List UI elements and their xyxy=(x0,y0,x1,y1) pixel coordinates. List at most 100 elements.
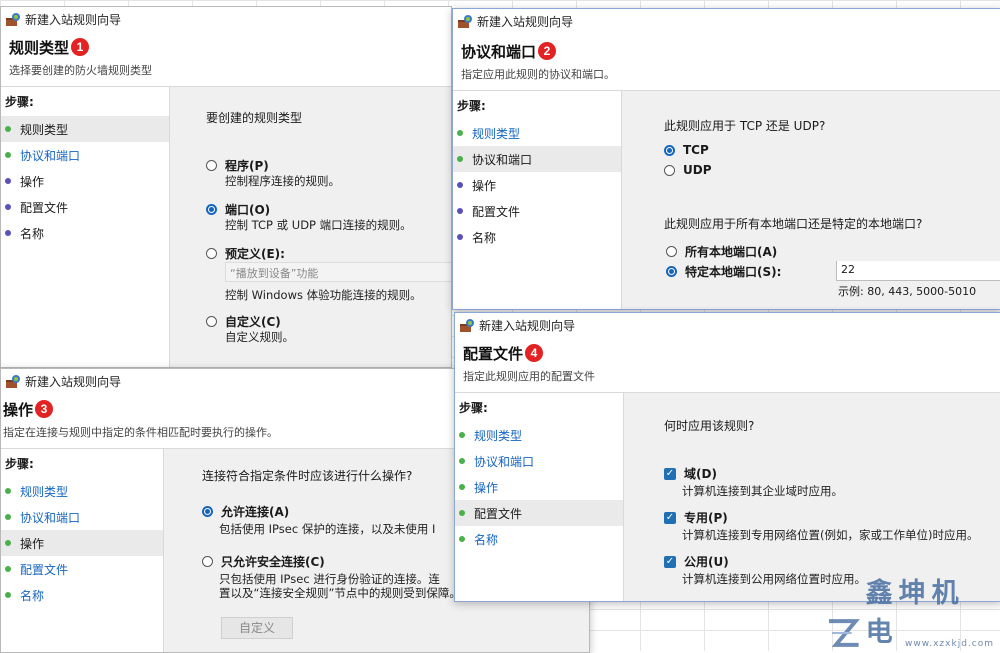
wizard-header: 规则类型 1 选择要创建的防火墙规则类型 xyxy=(1,31,451,86)
window-title: 新建入站规则向导 xyxy=(25,374,122,389)
watermark-z-icon xyxy=(828,619,860,647)
step-name[interactable]: 名称 xyxy=(453,224,621,250)
firewall-app-icon xyxy=(6,375,20,388)
option-udp[interactable]: UDP xyxy=(664,163,712,177)
radio-selected-icon[interactable] xyxy=(664,144,675,156)
step-name[interactable]: 名称 xyxy=(455,526,623,552)
step-profile[interactable]: 配置文件 xyxy=(1,194,169,220)
radio-selected-icon[interactable] xyxy=(666,266,677,277)
option-allow-secure[interactable]: 只允许安全连接(C) xyxy=(202,553,325,570)
step-done-dot-icon xyxy=(5,126,11,132)
checkbox-checked-icon[interactable]: ✓ xyxy=(664,467,676,480)
customize-button[interactable]: 自定义 xyxy=(221,617,293,639)
step-done-dot-icon xyxy=(5,566,11,572)
step-protocol-port[interactable]: 协议和端口 xyxy=(455,448,623,474)
step-pending-dot-icon xyxy=(5,204,11,210)
option-allow[interactable]: 允许连接(A) xyxy=(202,503,289,520)
question-label: 何时应用该规则? xyxy=(664,419,755,433)
wizard-header: 协议和端口 2 指定应用此规则的协议和端口。 xyxy=(453,33,1000,90)
radio-unselected-icon[interactable] xyxy=(666,246,677,257)
option-predefined[interactable]: 预定义(E): xyxy=(206,245,285,262)
page-description: 指定此规则应用的配置文件 xyxy=(463,370,595,383)
firewall-app-icon xyxy=(6,13,20,26)
step-pending-dot-icon xyxy=(457,208,463,214)
predefined-select[interactable]: “播放到设备”功能 xyxy=(225,262,451,282)
option-desc: 包括使用 IPsec 保护的连接，以及未使用 I xyxy=(219,522,436,536)
step-rule-type[interactable]: 规则类型 xyxy=(453,120,621,146)
step-done-dot-icon xyxy=(457,156,463,162)
content-panel: 要创建的规则类型 程序(P) 控制程序连接的规则。 端口(O) 控制 TCP 或… xyxy=(170,87,451,367)
checkbox-checked-icon[interactable]: ✓ xyxy=(664,511,676,524)
step-number-badge: 3 xyxy=(35,400,54,418)
checkbox-public[interactable]: ✓ 公用(U) xyxy=(664,553,729,570)
firewall-app-icon xyxy=(458,15,472,28)
title-bar[interactable]: 新建入站规则向导 xyxy=(1,7,451,31)
steps-panel: 步骤: 规则类型 协议和端口 操作 配置文件 名称 xyxy=(1,449,164,652)
step-protocol-port[interactable]: 协议和端口 xyxy=(453,146,621,172)
step-protocol-port[interactable]: 协议和端口 xyxy=(1,504,163,530)
window-title: 新建入站规则向导 xyxy=(477,14,574,29)
step-number-badge: 2 xyxy=(538,42,557,60)
steps-panel: 步骤: 规则类型 协议和端口 操作 配置文件 名称 xyxy=(455,393,624,601)
window-title: 新建入站规则向导 xyxy=(25,12,122,27)
firewall-app-icon xyxy=(460,319,474,332)
question-protocol: 此规则应用于 TCP 还是 UDP? xyxy=(664,119,826,133)
step-done-dot-icon xyxy=(459,458,465,464)
step-rule-type[interactable]: 规则类型 xyxy=(1,478,163,504)
profile-desc: 计算机连接到其企业域时应用。 xyxy=(682,484,843,498)
radio-unselected-icon[interactable] xyxy=(206,248,217,259)
step-profile[interactable]: 配置文件 xyxy=(455,500,623,526)
radio-unselected-icon[interactable] xyxy=(202,556,213,567)
option-program[interactable]: 程序(P) xyxy=(206,157,269,174)
step-action[interactable]: 操作 xyxy=(453,172,621,198)
step-name[interactable]: 名称 xyxy=(1,220,169,246)
question-label: 要创建的规则类型 xyxy=(206,111,303,125)
step-profile[interactable]: 配置文件 xyxy=(1,556,163,582)
radio-selected-icon[interactable] xyxy=(206,204,217,215)
radio-unselected-icon[interactable] xyxy=(206,316,217,327)
option-all-ports[interactable]: 所有本地端口(A) xyxy=(666,243,777,260)
title-bar[interactable]: 新建入站规则向导 xyxy=(455,313,1000,337)
step-action[interactable]: 操作 xyxy=(455,474,623,500)
profile-desc: 计算机连接到专用网络位置(例如，家或工作单位)时应用。 xyxy=(682,528,979,542)
option-tcp[interactable]: TCP xyxy=(664,143,709,157)
radio-unselected-icon[interactable] xyxy=(664,164,675,176)
steps-heading: 步骤: xyxy=(457,99,486,113)
option-desc-line2: 置以及“连接安全规则”节点中的规则受到保障。 xyxy=(219,586,461,600)
wizard-header: 配置文件 4 指定此规则应用的配置文件 xyxy=(455,337,1000,392)
step-pending-dot-icon xyxy=(457,182,463,188)
step-done-dot-icon xyxy=(459,432,465,438)
step-done-dot-icon xyxy=(5,152,11,158)
wizard-window-protocol-port: 新建入站规则向导 协议和端口 2 指定应用此规则的协议和端口。 步骤: 规则类型 … xyxy=(452,8,1000,310)
step-action[interactable]: 操作 xyxy=(1,530,163,556)
checkbox-private[interactable]: ✓ 专用(P) xyxy=(664,509,728,526)
checkbox-domain[interactable]: ✓ 域(D) xyxy=(664,465,717,482)
option-desc: 自定义规则。 xyxy=(225,330,294,344)
step-rule-type[interactable]: 规则类型 xyxy=(455,422,623,448)
step-protocol-port[interactable]: 协议和端口 xyxy=(1,142,169,168)
steps-panel: 步骤: 规则类型 协议和端口 操作 配置文件 名称 xyxy=(1,87,170,367)
step-profile[interactable]: 配置文件 xyxy=(453,198,621,224)
port-example: 示例: 80, 443, 5000-5010 xyxy=(838,285,977,298)
step-name[interactable]: 名称 xyxy=(1,582,163,608)
content-panel: 此规则应用于 TCP 还是 UDP? TCP UDP 此规则应用于所有本地端口还… xyxy=(622,91,1000,309)
radio-unselected-icon[interactable] xyxy=(206,160,217,171)
port-input[interactable]: 22 xyxy=(836,261,1000,281)
option-desc: 控制 TCP 或 UDP 端口连接的规则。 xyxy=(225,218,412,232)
step-done-dot-icon xyxy=(5,514,11,520)
step-done-dot-icon xyxy=(5,540,11,546)
radio-selected-icon[interactable] xyxy=(202,506,213,517)
option-port[interactable]: 端口(O) xyxy=(206,201,270,218)
title-bar[interactable]: 新建入站规则向导 xyxy=(453,9,1000,33)
step-action[interactable]: 操作 xyxy=(1,168,169,194)
steps-heading: 步骤: xyxy=(5,457,34,471)
step-number-badge: 1 xyxy=(71,38,90,56)
option-desc: 控制 Windows 体验功能连接的规则。 xyxy=(225,288,422,302)
option-specific-ports[interactable]: 特定本地端口(S): xyxy=(666,263,781,280)
step-pending-dot-icon xyxy=(5,178,11,184)
step-pending-dot-icon xyxy=(457,234,463,240)
step-rule-type[interactable]: 规则类型 xyxy=(1,116,169,142)
option-custom[interactable]: 自定义(C) xyxy=(206,313,281,330)
checkbox-checked-icon[interactable]: ✓ xyxy=(664,555,676,568)
profile-desc: 计算机连接到公用网络位置时应用。 xyxy=(682,572,866,586)
